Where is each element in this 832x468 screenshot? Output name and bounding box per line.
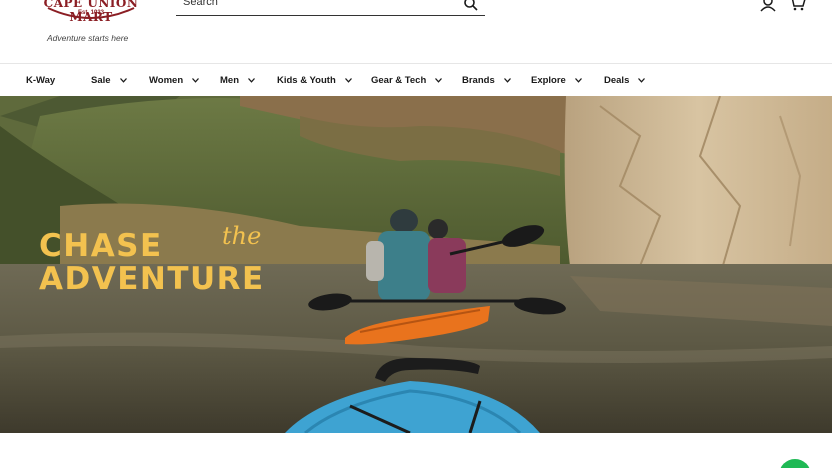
nav-item-label: Explore xyxy=(531,74,566,86)
cart-icon[interactable] xyxy=(788,0,806,11)
content-area xyxy=(0,433,832,468)
nav-item-women[interactable]: Women xyxy=(149,72,200,88)
nav-item-label: K-Way xyxy=(26,74,56,86)
hero-headline-line1: CHASE xyxy=(39,228,163,264)
nav-item-kids-youth[interactable]: Kids & Youth xyxy=(277,72,352,88)
nav-item-label: Brands xyxy=(462,74,495,86)
chevron-down-icon xyxy=(638,77,646,83)
nav-item-label: Kids & Youth xyxy=(277,74,336,86)
nav-item-brands[interactable]: Brands xyxy=(462,72,511,88)
logo[interactable]: CAPE UNION MART Est. 1933 xyxy=(26,0,156,24)
main-nav: K-Way Sale Women Men Kids & Youth Gear &… xyxy=(0,64,832,96)
site-header: CAPE UNION MART Est. 1933 Adventure star… xyxy=(0,0,832,64)
nav-item-men[interactable]: Men xyxy=(220,72,255,88)
chevron-down-icon xyxy=(192,77,200,83)
chevron-down-icon xyxy=(248,77,255,83)
chevron-down-icon xyxy=(435,77,443,83)
nav-item-label: Gear & Tech xyxy=(371,74,427,86)
nav-item-label: Women xyxy=(149,74,184,86)
chevron-down-icon xyxy=(119,77,127,83)
chevron-down-icon xyxy=(574,77,582,83)
chevron-down-icon xyxy=(344,77,352,83)
search-input[interactable]: Search xyxy=(183,0,218,8)
logo-established: Est. 1933 xyxy=(78,10,105,16)
hero-banner[interactable]: CHASE ADVENTURE the xyxy=(0,96,832,433)
nav-item-label: Men xyxy=(220,74,239,86)
account-icon[interactable] xyxy=(759,0,777,12)
hero-headline-line2: ADVENTURE xyxy=(39,261,265,297)
hero-headline-accent: the xyxy=(222,222,262,250)
nav-item-deals[interactable]: Deals xyxy=(604,72,646,88)
tagline: Adventure starts here xyxy=(47,33,129,43)
nav-item-label: Sale xyxy=(91,74,111,86)
search-icon[interactable] xyxy=(463,0,479,12)
chevron-down-icon xyxy=(503,77,511,83)
search-bar[interactable]: Search xyxy=(176,0,485,16)
nav-item-sale[interactable]: Sale xyxy=(91,72,127,88)
nav-item-gear-tech[interactable]: Gear & Tech xyxy=(371,72,443,88)
nav-item-label: Deals xyxy=(604,74,630,86)
nav-item-explore[interactable]: Explore xyxy=(531,72,582,88)
nav-item-k-way[interactable]: K-Way xyxy=(26,72,55,88)
